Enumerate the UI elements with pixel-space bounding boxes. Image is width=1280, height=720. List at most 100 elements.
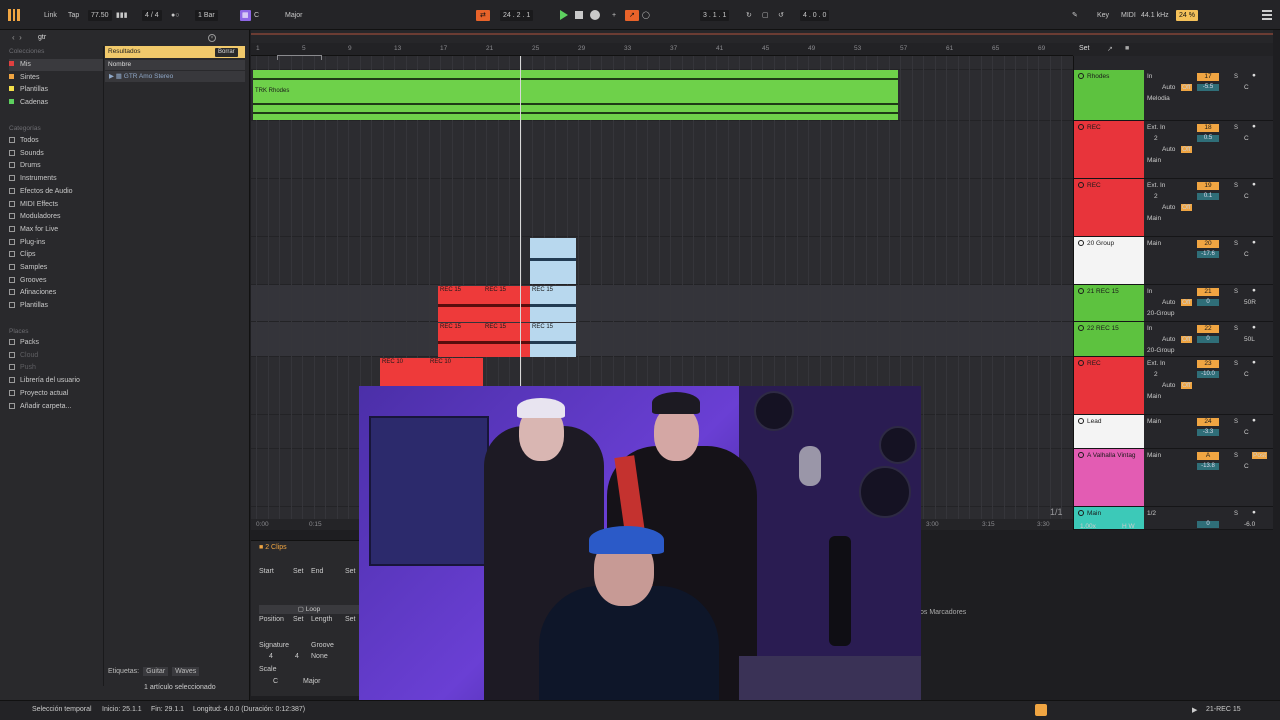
track-number-button[interactable]: 19 (1197, 182, 1219, 190)
set-position-button[interactable]: Set (293, 616, 304, 623)
browser-search[interactable]: ‹ › gtr × (6, 33, 246, 45)
lock-icon[interactable]: ■ (1125, 45, 1129, 52)
track-number-button[interactable]: A (1197, 452, 1219, 460)
collection-item[interactable]: Sintes (9, 72, 103, 84)
signature-denominator[interactable]: 4 (295, 653, 299, 660)
track-lane[interactable] (251, 285, 1073, 322)
clear-results-button[interactable]: Borrar (215, 48, 238, 57)
place-item[interactable]: Cloud (9, 350, 103, 362)
arm-record-icon[interactable]: ● (1252, 72, 1256, 79)
mixer-strip[interactable]: REC Ext. In 2 Auto Off Main 23 -10.0 C S ● (1074, 357, 1273, 415)
monitor-auto-button[interactable]: Auto (1162, 336, 1175, 343)
arm-record-icon[interactable]: ● (1252, 509, 1256, 516)
output-routing-select[interactable]: Main (1147, 215, 1161, 222)
capture-icon[interactable]: ◯ (642, 10, 650, 21)
track-number-button[interactable]: 18 (1197, 124, 1219, 132)
track-activator-icon[interactable] (1078, 418, 1084, 424)
output-routing-select[interactable]: Main (1147, 393, 1161, 400)
track-activator-icon[interactable] (1078, 240, 1084, 246)
overview-bar[interactable] (251, 30, 1273, 43)
tap-button[interactable]: Tap (68, 10, 79, 21)
monitor-off-button[interactable]: Off (1181, 299, 1192, 306)
hamburger-menu-icon[interactable] (1262, 10, 1272, 20)
tempo-field[interactable]: 77.50 (88, 10, 112, 21)
mixer-strip[interactable]: REC Ext. In 2 Auto Off Main 18 0.5 C S ● (1074, 121, 1273, 179)
song-position-field[interactable]: 24 . 2 . 1 (500, 10, 534, 21)
stop-icon[interactable] (575, 11, 583, 19)
track-play-icon[interactable]: ▶ (1192, 706, 1197, 714)
output-routing-select[interactable]: Main (1147, 418, 1161, 425)
track-lane[interactable] (251, 121, 1073, 179)
result-file-item[interactable]: ▶ ▦ GTR Amo Stereo (105, 71, 245, 82)
loop-brace[interactable] (277, 55, 322, 60)
output-routing-select[interactable]: Main (1147, 452, 1161, 459)
output-routing-select[interactable]: 20-Group (1147, 347, 1174, 354)
input-type-select[interactable]: Ext. In (1147, 182, 1165, 189)
pan-field[interactable]: C (1244, 429, 1249, 436)
solo-button[interactable]: S (1232, 182, 1240, 190)
key-map-button[interactable]: Key (1097, 10, 1109, 21)
scale-root-select[interactable]: C (273, 678, 278, 685)
track-lane[interactable] (251, 322, 1073, 357)
solo-button[interactable]: S (1232, 452, 1240, 460)
metronome-icon[interactable]: ▮▮▮ (116, 10, 128, 21)
monitor-off-button[interactable]: Off (1181, 204, 1192, 211)
track-number-button[interactable]: 22 (1197, 325, 1219, 333)
pan-field[interactable]: C (1244, 371, 1249, 378)
collection-item[interactable]: Cadenas (9, 97, 103, 109)
loop-start-field[interactable]: 3 . 1 . 1 (700, 10, 730, 21)
monitor-auto-button[interactable]: Auto (1162, 204, 1175, 211)
track-number-button[interactable]: 24 (1197, 418, 1219, 426)
mixer-strip[interactable]: 22 REC 15 In Auto Off 20-Group 22 0 50L S ● (1074, 322, 1273, 357)
place-item[interactable]: Añadir carpeta... (9, 401, 103, 413)
pan-field[interactable]: -6.0 (1244, 521, 1255, 528)
track-activator-icon[interactable] (1078, 360, 1084, 366)
pan-field[interactable]: 50L (1244, 336, 1255, 343)
input-type-select[interactable]: In (1147, 73, 1152, 80)
monitor-auto-button[interactable]: Auto (1162, 84, 1175, 91)
volume-field[interactable]: -13.8 (1197, 463, 1219, 470)
volume-field[interactable]: 0 (1197, 299, 1219, 306)
category-item[interactable]: Max for Live (9, 224, 103, 236)
mixer-strip[interactable]: A Valhalla Vintag Main A -13.8 C S Post (1074, 449, 1273, 507)
record-quantize-icon[interactable]: ●○ (171, 10, 179, 21)
track-name[interactable]: REC (1074, 179, 1144, 236)
category-item[interactable]: Plantillas (9, 300, 103, 312)
key-root-select[interactable]: C (254, 10, 259, 21)
arm-record-icon[interactable]: ● (1252, 181, 1256, 188)
monitor-off-button[interactable]: Off (1181, 336, 1192, 343)
input-type-select[interactable]: In (1147, 288, 1152, 295)
monitor-auto-button[interactable]: Auto (1162, 146, 1175, 153)
monitor-auto-button[interactable]: Auto (1162, 382, 1175, 389)
overdub-icon[interactable]: + (612, 10, 616, 21)
input-type-select[interactable]: Ext. In (1147, 124, 1165, 131)
arm-record-icon[interactable]: ● (1252, 417, 1256, 424)
track-activator-icon[interactable] (1078, 124, 1084, 130)
clip-rec-15[interactable]: REC 15 REC 15 (438, 323, 530, 357)
solo-button[interactable]: S (1232, 73, 1240, 81)
clip-rec-15[interactable]: REC 15 REC 15 (438, 286, 530, 322)
output-routing-select[interactable]: 20-Group (1147, 310, 1174, 317)
loop-toggle[interactable]: ▢ Loop (259, 605, 359, 614)
name-column-header[interactable]: Nombre (105, 60, 245, 70)
category-item[interactable]: Drums (9, 160, 103, 172)
track-name[interactable]: Rhodes (1074, 70, 1144, 120)
monitor-off-button[interactable]: Off (1181, 84, 1192, 91)
back-forward-icon[interactable]: ‹ › (12, 33, 22, 42)
track-activator-icon[interactable] (1078, 73, 1084, 79)
clip-selected[interactable] (530, 238, 576, 284)
pan-field[interactable]: 50R (1244, 299, 1256, 306)
track-lane[interactable] (251, 179, 1073, 237)
place-item[interactable]: Packs (9, 337, 103, 349)
category-item[interactable]: Grooves (9, 275, 103, 287)
scale-select[interactable]: Major (285, 10, 303, 21)
category-item[interactable]: Sounds (9, 148, 103, 160)
volume-field[interactable]: -3.3 (1197, 429, 1219, 436)
place-item[interactable]: Push (9, 362, 103, 374)
automation-arm-icon[interactable]: ↗ (625, 10, 639, 21)
solo-button[interactable]: S (1232, 325, 1240, 333)
solo-button[interactable]: S (1232, 288, 1240, 296)
tag-waves[interactable]: Waves (172, 667, 200, 676)
track-number-button[interactable]: 23 (1197, 360, 1219, 368)
track-name[interactable]: 21 REC 15 (1074, 285, 1144, 321)
